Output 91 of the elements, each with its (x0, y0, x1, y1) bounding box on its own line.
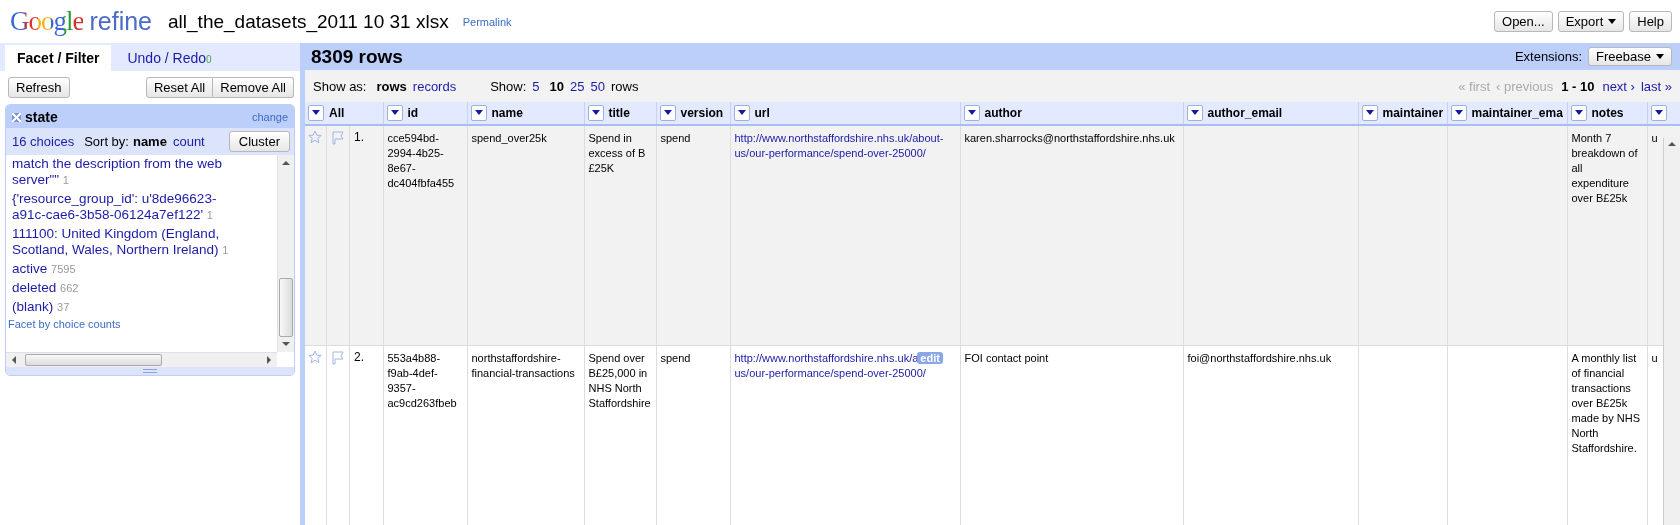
column-header[interactable]: notes (1567, 102, 1647, 125)
vertical-scrollbar[interactable] (277, 155, 294, 352)
sort-label: Sort by: (84, 134, 129, 149)
remove-all-button[interactable]: Remove All (213, 77, 294, 98)
table-cell: u (1651, 132, 1658, 144)
url-link[interactable]: us/our-performance/spend-over-25000/ (734, 147, 926, 159)
page-size-option[interactable]: 25 (570, 78, 585, 94)
table-cell: spend (660, 352, 691, 364)
column-header[interactable]: version (656, 102, 730, 125)
column-header[interactable]: name (467, 102, 584, 125)
table-cell: Spend over B£25,000 in NHS North Staffordshire (588, 352, 651, 409)
refresh-button[interactable]: Refresh (8, 77, 70, 98)
column-header[interactable]: author (960, 102, 1183, 125)
table-cell: 553a4b88-f9ab-4def-9357-ac9cd263fbeb (387, 352, 457, 409)
column-menu-button[interactable] (470, 105, 487, 121)
vertical-scrollbar[interactable] (1663, 138, 1680, 525)
facet-choice[interactable]: (blank) 37 (12, 299, 244, 315)
table-cell: spend (660, 132, 691, 144)
sort-option[interactable]: name (132, 134, 167, 149)
column-menu-button[interactable] (308, 105, 324, 121)
column-header[interactable]: id (383, 102, 467, 125)
star-icon[interactable] (308, 130, 322, 144)
page-size-option[interactable]: 50 (590, 78, 605, 94)
table-cell: u (1651, 352, 1658, 364)
header-button[interactable]: Help (1629, 11, 1672, 32)
show-as-label: Show as: (313, 78, 367, 94)
facet-choice[interactable]: 111100: United Kingdom (England, Scotland, Wales, Northern Ireland) 1 (12, 226, 244, 258)
column-menu-button[interactable] (659, 105, 676, 121)
pager-link[interactable]: next › (1602, 78, 1635, 94)
row-number: 1. (354, 130, 364, 145)
page-size-option[interactable]: 5 (532, 78, 540, 94)
row-number: 2. (354, 350, 364, 365)
table-cell: FOI contact point (964, 352, 1049, 364)
column-menu-button[interactable] (386, 105, 403, 121)
reset-all-button[interactable]: Reset All (145, 77, 214, 98)
column-menu-button[interactable] (1361, 105, 1378, 121)
menu-button[interactable]: Export (1557, 11, 1625, 32)
page-size-option[interactable]: 10 (549, 78, 565, 94)
page-range: 1 - 10 (1561, 78, 1595, 94)
cluster-button[interactable]: Cluster (228, 131, 290, 152)
table-cell: karen.sharrocks@northstaffordshire.nhs.uk (964, 132, 1175, 144)
table-cell: Month 7 breakdown of all expenditure over B£25k (1571, 132, 1638, 204)
view-mode-option[interactable]: rows (376, 78, 407, 94)
column-menu-button[interactable] (1186, 105, 1203, 121)
column-header[interactable]: maintainer (1358, 102, 1447, 125)
column-menu-button[interactable] (963, 105, 980, 121)
pager-link[interactable]: last » (1640, 78, 1672, 94)
facet-choice[interactable]: deleted 662 (12, 280, 244, 296)
column-menu-button[interactable] (733, 105, 750, 121)
table-cell: foi@northstaffordshire.nhs.uk (1187, 352, 1332, 364)
table-cell: A monthly list of financial transactions over B£25k made by NHS North Staffordshire. (1571, 352, 1640, 454)
panel-tab[interactable]: Undo / Redo0 (115, 45, 224, 71)
column-menu-button[interactable] (1570, 105, 1587, 121)
column-header[interactable]: url (730, 102, 960, 125)
row-count: 8309 rows (311, 45, 403, 68)
horizontal-scrollbar[interactable] (6, 352, 277, 367)
url-link[interactable]: http://www.northstaffordshire.nhs.uk/a (734, 352, 919, 364)
panel-tab[interactable]: Facet / Filter (5, 45, 112, 71)
sort-option[interactable]: count (172, 134, 205, 149)
project-title[interactable]: all_the_datasets_2011 10 31 xlsx (168, 10, 449, 33)
table-cell: northstaffordshire-financial-transactions (471, 352, 575, 379)
facet-choice[interactable]: {'resource_group_id': u'8de96623-a91c-cae6-3b58-06124a7ef122' 1 (12, 191, 244, 223)
column-header[interactable]: All (305, 102, 383, 125)
table-cell: Spend in excess of B £25K (588, 132, 646, 174)
star-icon[interactable] (308, 350, 322, 364)
show-label: Show: (490, 78, 527, 94)
facet-choice[interactable]: active 7595 (12, 261, 244, 277)
choices-count-link[interactable]: 16 choices (12, 134, 75, 149)
column-header[interactable]: title (584, 102, 656, 125)
rows-label: rows (610, 78, 639, 94)
facet-choice[interactable]: match the description from the web server"" 1 (12, 156, 244, 188)
column-header[interactable]: author_email (1183, 102, 1358, 125)
header-button[interactable]: Open... (1494, 11, 1553, 32)
column-menu-button[interactable] (587, 105, 604, 121)
table-cell: spend_over25k (471, 132, 547, 144)
product-name: refine (89, 7, 153, 36)
column-header[interactable] (1647, 102, 1680, 125)
permalink-link[interactable]: Permalink (462, 15, 512, 28)
column-menu-button[interactable] (1450, 105, 1467, 121)
column-header[interactable]: maintainer_ema (1447, 102, 1567, 125)
resize-handle[interactable] (6, 367, 294, 375)
view-mode-option[interactable]: records (412, 78, 457, 94)
facet-by-counts-link[interactable]: Facet by choice counts (8, 318, 271, 330)
url-link[interactable]: us/our-performance/spend-over-25000/ (734, 367, 926, 379)
extensions-label: Extensions: (1514, 49, 1583, 64)
url-link[interactable]: http://www.northstaffordshire.nhs.uk/about- (734, 132, 944, 144)
table-cell: cce594bd-2994-4b25-8e67-dc404fbfa455 (387, 132, 455, 189)
close-icon[interactable] (12, 112, 21, 122)
column-menu-button[interactable] (1650, 105, 1667, 121)
extensions-menu-button[interactable]: Freebase (1588, 47, 1672, 66)
facet-title: state (25, 109, 58, 125)
